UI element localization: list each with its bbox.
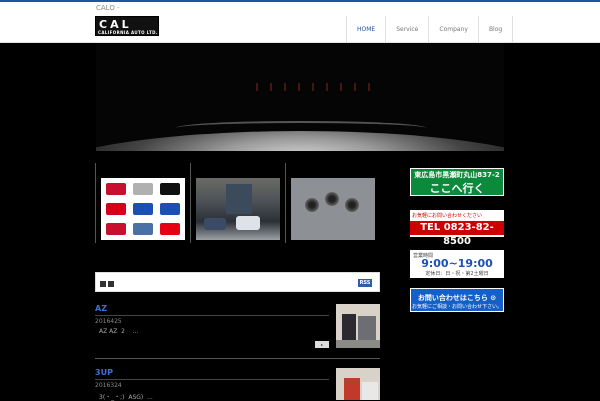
brand-logo-8 [130, 219, 156, 238]
brand-logo-mark [160, 222, 180, 235]
post-title-underline [95, 315, 329, 316]
brand-logos-image [101, 178, 185, 240]
brand-logo-1 [103, 180, 129, 199]
news-header-bar: RSS [95, 272, 380, 292]
site-logo[interactable]: CAL CALIFORNIA AUTO LTD. [95, 16, 159, 36]
news-header-glyph-1 [100, 281, 106, 287]
brand-logo-mark [106, 202, 126, 215]
blog-post-2: 3UP 2016324 3(・_・;) ASG) ... [95, 368, 380, 401]
phone-caption: お気軽にお問い合わせください [412, 213, 483, 219]
post-title[interactable]: AZ [95, 304, 107, 313]
feature-tile-audio[interactable] [285, 163, 375, 243]
post-thumbnail[interactable] [336, 304, 380, 348]
brand-logo-mark [133, 183, 153, 196]
contact-banner[interactable]: お問い合わせはこちら ⊙ お気軽にご相談・お問い合わせ下さい。 [410, 288, 504, 312]
car-audio-image [291, 178, 375, 240]
hours-banner: 営業時間 9:00~19:00 定休日：日・祝・第2土曜日 [410, 250, 504, 278]
thumb-car-dark [342, 314, 356, 342]
garage-door [226, 184, 252, 214]
nav-item-home[interactable]: HOME [346, 16, 385, 42]
garage-car-blue [204, 218, 226, 230]
post-excerpt: AZ AZ 2 ... [99, 328, 139, 335]
thumb-car-white [362, 382, 378, 400]
thumb-car-red [344, 378, 360, 400]
logo-subtitle: CALIFORNIA AUTO LTD. [98, 30, 158, 35]
main-nav: HOME Service Company Blog [346, 16, 514, 42]
thumb-car-grey [358, 316, 376, 342]
contact-subtitle: お気軽にご相談・お問い合わせ下さい。 [412, 304, 502, 310]
thumb-ground [336, 340, 380, 348]
brand-logo-3 [157, 180, 183, 199]
post-date: 2016425 [95, 318, 122, 325]
map-address: 東広島市黒瀬町丸山837-2 [414, 171, 500, 179]
hero-lights [256, 83, 376, 91]
brand-logo-4 [103, 200, 129, 219]
brand-logo-mark [160, 183, 180, 196]
speaker-left [305, 198, 319, 212]
brand-logo-mark [106, 183, 126, 196]
hero-car-hood [96, 131, 504, 151]
post-date: 2016324 [95, 382, 122, 389]
nav-item-blog[interactable]: Blog [477, 16, 514, 42]
brand-logo-5 [130, 200, 156, 219]
contact-title: お問い合わせはこちら ⊙ [417, 294, 497, 302]
brand-logo-mark [106, 222, 126, 235]
brand-logo-7 [103, 219, 129, 238]
map-banner[interactable]: 東広島市黒瀬町丸山837-2 ここへ行く [410, 168, 504, 196]
speaker-right [345, 198, 359, 212]
hours-time: 9:00~19:00 [421, 257, 493, 270]
post-title-underline [95, 379, 329, 380]
brand-logo-mark [160, 202, 180, 215]
feature-tile-brands[interactable] [95, 163, 185, 243]
brand-logo-mark [133, 202, 153, 215]
garage-car-white [236, 216, 260, 230]
nav-item-company[interactable]: Company [428, 16, 478, 42]
brand-logo-6 [157, 200, 183, 219]
feature-tile-garage[interactable] [190, 163, 280, 243]
site-name[interactable]: CALO - [96, 4, 120, 12]
speaker-center [325, 192, 339, 206]
hours-closed-days: 定休日：日・祝・第2土曜日 [425, 271, 489, 277]
phone-number: TEL 0823-82-8500 [410, 221, 504, 247]
brand-logo-mark [133, 222, 153, 235]
brand-logo-9 [157, 219, 183, 238]
garage-image [196, 178, 280, 240]
rss-button[interactable]: RSS [358, 279, 372, 287]
post-divider [95, 358, 380, 359]
phone-banner[interactable]: お気軽にお問い合わせください TEL 0823-82-8500 [410, 210, 504, 247]
blog-post-1: AZ 2016425 AZ AZ 2 ... ▸ [95, 304, 380, 352]
hero-image [96, 43, 504, 151]
brand-logo-2 [130, 180, 156, 199]
post-thumbnail[interactable] [336, 368, 380, 400]
map-label: ここへ行く [429, 182, 485, 195]
top-bar: CALO - [0, 0, 600, 16]
news-header-glyph-2 [108, 281, 114, 287]
header: CAL CALIFORNIA AUTO LTD. HOME Service Co… [0, 16, 600, 43]
read-more-button[interactable]: ▸ [315, 341, 329, 348]
nav-item-service[interactable]: Service [385, 16, 428, 42]
post-title[interactable]: 3UP [95, 368, 113, 377]
